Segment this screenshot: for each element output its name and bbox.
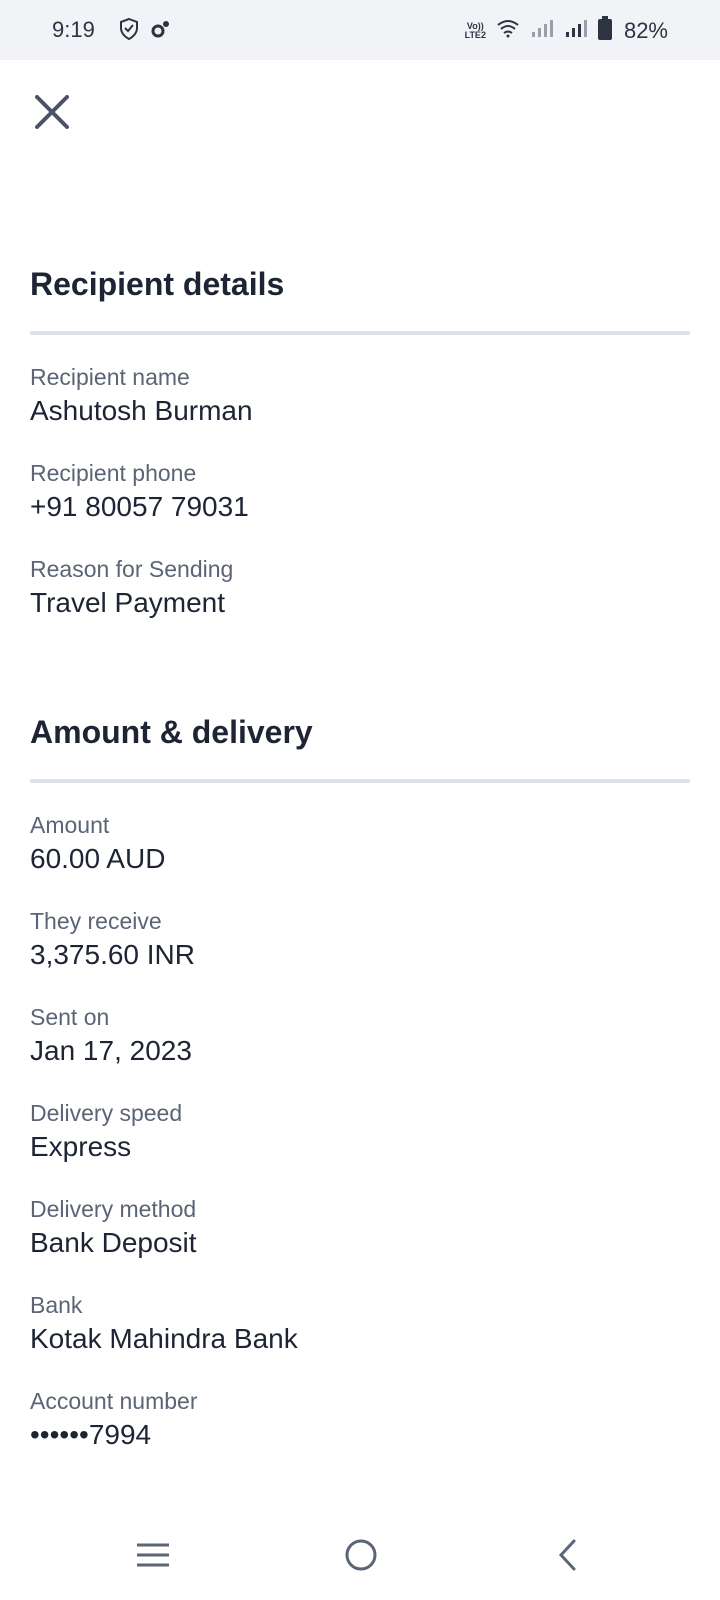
back-button[interactable]: [543, 1530, 593, 1580]
field-label: Sent on: [30, 1004, 110, 1030]
field-value: ••••••7994: [30, 1419, 152, 1450]
navigation-bar: [0, 1510, 720, 1600]
signal-icon: [530, 18, 554, 44]
battery-percent: 82%: [623, 18, 668, 43]
field-label: Delivery method: [30, 1196, 197, 1222]
recipient-details-section: Recipient details Recipient name Ashutos…: [30, 266, 690, 621]
bank-field: Bank Kotak Mahindra Bank: [30, 1291, 690, 1357]
sent-on-field: Sent on Jan 17, 2023: [30, 1003, 690, 1069]
field-value: Ashutosh Burman: [30, 395, 253, 426]
shield-icon: [118, 17, 140, 47]
status-right-icons: Vo)) LTE2 82%: [465, 16, 668, 46]
field-value: 3,375.60 INR: [30, 939, 195, 970]
field-label: Delivery speed: [30, 1100, 183, 1126]
field-value: Bank Deposit: [30, 1227, 197, 1258]
recent-apps-button[interactable]: [128, 1530, 178, 1580]
divider: [30, 779, 690, 783]
field-value: Jan 17, 2023: [30, 1035, 192, 1066]
account-number-field: Account number ••••••7994: [30, 1387, 690, 1453]
field-value: Travel Payment: [30, 587, 226, 618]
delivery-speed-field: Delivery speed Express: [30, 1099, 690, 1165]
recipient-details-title: Recipient details: [30, 266, 285, 302]
amount-field: Amount 60.00 AUD: [30, 811, 690, 877]
field-label: Reason for Sending: [30, 556, 234, 582]
amount-delivery-section: Amount & delivery Amount 60.00 AUD They …: [30, 714, 690, 1453]
status-left-icons: [118, 17, 172, 47]
field-value: +91 80057 79031: [30, 491, 249, 522]
amount-delivery-title: Amount & delivery: [30, 714, 313, 750]
recent-apps-icon: [137, 1543, 169, 1567]
wifi-icon: [496, 18, 520, 44]
field-label: Bank: [30, 1292, 83, 1318]
field-label: Recipient name: [30, 364, 190, 390]
status-time: 9:19: [52, 17, 95, 42]
field-label: Account number: [30, 1388, 198, 1414]
delivery-method-field: Delivery method Bank Deposit: [30, 1195, 690, 1261]
field-value: 60.00 AUD: [30, 843, 166, 874]
they-receive-field: They receive 3,375.60 INR: [30, 907, 690, 973]
field-label: Amount: [30, 812, 110, 838]
close-icon: [35, 95, 69, 129]
network-type-label: Vo)) LTE2: [464, 21, 486, 40]
home-icon: [345, 1539, 377, 1571]
recipient-name-field: Recipient name Ashutosh Burman: [30, 363, 690, 429]
status-bar: 9:19 Vo)) LTE2 82%: [0, 0, 720, 60]
reason-field: Reason for Sending Travel Payment: [30, 555, 690, 621]
battery-icon: [597, 16, 612, 46]
home-button[interactable]: [336, 1530, 386, 1580]
field-label: Recipient phone: [30, 460, 197, 486]
close-button[interactable]: [30, 90, 74, 134]
recipient-phone-field: Recipient phone +91 80057 79031: [30, 459, 690, 525]
back-icon: [558, 1539, 576, 1571]
gear-icon: [150, 18, 172, 46]
field-label: They receive: [30, 908, 162, 934]
field-value: Express: [30, 1131, 132, 1162]
field-value: Kotak Mahindra Bank: [30, 1323, 298, 1354]
divider: [30, 331, 690, 335]
signal-icon: [564, 18, 588, 44]
